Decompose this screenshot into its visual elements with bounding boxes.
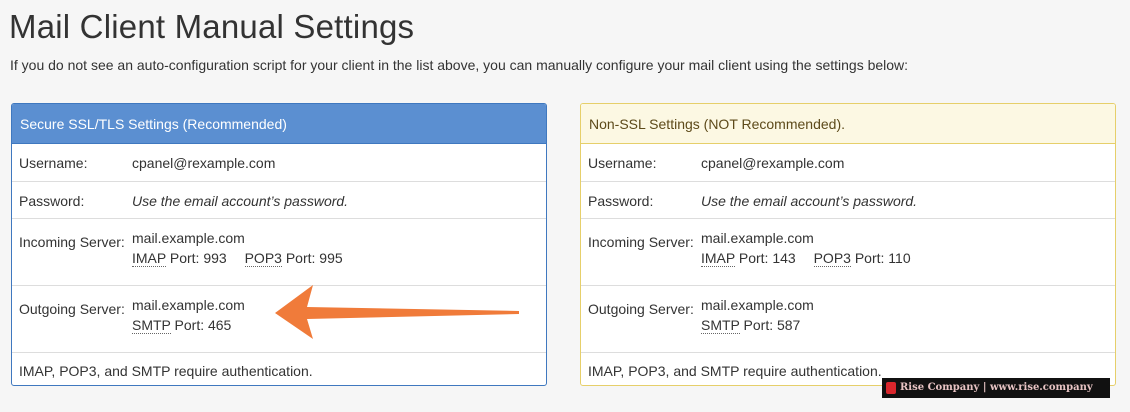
- pop3-port: Port: 995: [285, 249, 343, 266]
- page-title: Mail Client Manual Settings: [9, 8, 415, 45]
- username-row: Username: cpanel@rexample.com: [12, 144, 546, 181]
- password-value: Use the email account’s password.: [701, 192, 918, 209]
- outgoing-server-label: Outgoing Server:: [588, 300, 694, 317]
- intro-text: If you do not see an auto-configuration …: [10, 57, 909, 73]
- outgoing-server-value: mail.example.com SMTP Port: 587: [701, 285, 1115, 352]
- incoming-host: mail.example.com: [701, 229, 814, 246]
- imap-port: Port: 993: [169, 249, 227, 266]
- arrow-shape: [275, 285, 519, 339]
- username-value: cpanel@rexample.com: [132, 155, 276, 171]
- auth-note: IMAP, POP3, and SMTP require authenticat…: [19, 362, 313, 379]
- password-label: Password:: [588, 192, 654, 209]
- nonssl-panel-heading: Non-SSL Settings (NOT Recommended).: [581, 104, 1115, 144]
- incoming-server-label: Incoming Server:: [19, 233, 125, 250]
- incoming-server-row: Incoming Server: mail.example.com IMAP P…: [12, 218, 546, 285]
- secure-settings-table: Username: cpanel@rexample.com Password: …: [12, 144, 546, 385]
- smtp-abbr: SMTP: [132, 316, 171, 334]
- incoming-server-label: Incoming Server:: [588, 233, 694, 250]
- imap-port: Port: 143: [738, 249, 796, 266]
- outgoing-ports: SMTP Port: 587: [701, 315, 1115, 335]
- smtp-abbr: SMTP: [701, 316, 740, 334]
- nonssl-settings-panel: Non-SSL Settings (NOT Recommended). User…: [580, 103, 1116, 386]
- watermark-text: Rise Company | www.rise.company: [900, 382, 1093, 393]
- smtp-port: Port: 465: [174, 316, 232, 333]
- rise-logo-icon: [886, 382, 896, 394]
- pop3-port: Port: 110: [854, 249, 911, 266]
- pop3-abbr: POP3: [244, 249, 282, 267]
- incoming-server-value: mail.example.com IMAP Port: 143 POP3 Por…: [701, 218, 1115, 285]
- watermark: Rise Company | www.rise.company: [882, 378, 1110, 398]
- nonssl-settings-table: Username: cpanel@rexample.com Password: …: [581, 144, 1115, 385]
- outgoing-host: mail.example.com: [701, 296, 814, 313]
- arrow-left-icon: [275, 285, 519, 339]
- password-value: Use the email account’s password.: [132, 192, 349, 209]
- password-row: Password: Use the email account’s passwo…: [12, 181, 546, 218]
- incoming-ports: IMAP Port: 143 POP3 Port: 110: [701, 248, 1115, 268]
- imap-abbr: IMAP: [132, 249, 166, 267]
- secure-panel-heading: Secure SSL/TLS Settings (Recommended): [12, 104, 546, 144]
- secure-settings-panel: Secure SSL/TLS Settings (Recommended) Us…: [11, 103, 547, 386]
- username-label: Username:: [19, 155, 88, 171]
- username-row: Username: cpanel@rexample.com: [581, 144, 1115, 181]
- username-value: cpanel@rexample.com: [701, 155, 845, 171]
- username-label: Username:: [588, 155, 657, 171]
- password-row: Password: Use the email account’s passwo…: [581, 181, 1115, 218]
- incoming-server-row: Incoming Server: mail.example.com IMAP P…: [581, 218, 1115, 285]
- password-label: Password:: [19, 192, 85, 209]
- incoming-server-value: mail.example.com IMAP Port: 993 POP3 Por…: [132, 218, 546, 285]
- imap-abbr: IMAP: [701, 249, 735, 267]
- outgoing-server-row: Outgoing Server: mail.example.com SMTP P…: [581, 285, 1115, 352]
- incoming-host: mail.example.com: [132, 229, 245, 246]
- auth-note-row: IMAP, POP3, and SMTP require authenticat…: [12, 352, 546, 385]
- incoming-ports: IMAP Port: 993 POP3 Port: 995: [132, 248, 546, 268]
- smtp-port: Port: 587: [743, 316, 801, 333]
- pop3-abbr: POP3: [813, 249, 851, 267]
- outgoing-server-label: Outgoing Server:: [19, 300, 125, 317]
